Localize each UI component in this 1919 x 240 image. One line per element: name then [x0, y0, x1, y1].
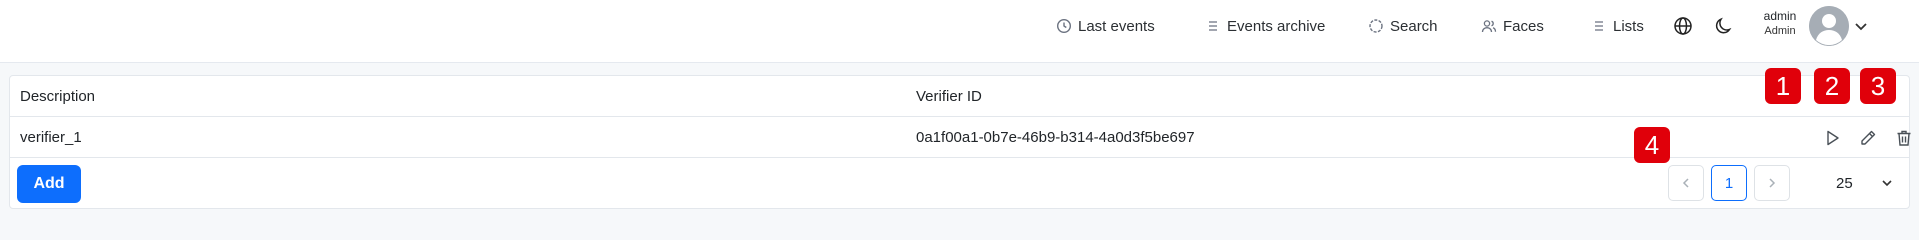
- nav-label: Lists: [1613, 17, 1644, 35]
- nav-label: Faces: [1503, 17, 1544, 35]
- clock-icon: [1056, 18, 1072, 34]
- nav-label: Search: [1390, 17, 1438, 35]
- search-circle-icon: [1368, 18, 1384, 34]
- table-header: Description Verifier ID: [10, 76, 1909, 117]
- user-name: admin: [1763, 9, 1797, 23]
- cell-description: verifier_1: [20, 129, 82, 146]
- globe-icon[interactable]: [1673, 16, 1693, 36]
- avatar[interactable]: [1809, 6, 1849, 46]
- play-icon[interactable]: [1822, 128, 1842, 148]
- nav-search[interactable]: Search: [1368, 0, 1438, 52]
- marker-badge: 2: [1814, 68, 1850, 104]
- column-header-description: Description: [20, 88, 96, 105]
- pagination-next-button[interactable]: [1754, 165, 1790, 201]
- moon-icon[interactable]: [1714, 16, 1734, 36]
- nav-label: Last events: [1078, 17, 1155, 35]
- users-icon: [1481, 18, 1497, 34]
- marker-badge: 4: [1634, 127, 1670, 163]
- per-page-value: 25: [1836, 175, 1853, 192]
- nav-last-events[interactable]: Last events: [1056, 0, 1155, 52]
- nav-label: Events archive: [1227, 17, 1326, 35]
- nav-lists[interactable]: Lists: [1591, 0, 1644, 52]
- column-header-verifier-id: Verifier ID: [916, 88, 982, 105]
- user-role: Admin: [1764, 25, 1796, 37]
- chevron-down-icon: [1880, 176, 1894, 190]
- pencil-icon[interactable]: [1858, 128, 1878, 148]
- marker-badge: 1: [1765, 68, 1801, 104]
- verifiers-table-card: Description Verifier ID verifier_1 0a1f0…: [9, 75, 1911, 209]
- list-icon: [1591, 18, 1607, 34]
- top-navbar: Last events Events archive Search Faces …: [0, 0, 1919, 63]
- chevron-down-icon[interactable]: [1853, 18, 1869, 34]
- pagination-page-button[interactable]: 1: [1711, 165, 1747, 201]
- trash-icon[interactable]: [1894, 128, 1914, 148]
- user-info[interactable]: admin Admin: [1756, 9, 1804, 39]
- list-icon: [1205, 18, 1221, 34]
- cell-verifier-id: 0a1f00a1-0b7e-46b9-b314-4a0d3f5be697: [916, 129, 1195, 146]
- pagination-prev-button[interactable]: [1668, 165, 1704, 201]
- nav-faces[interactable]: Faces: [1481, 0, 1544, 52]
- marker-badge: 3: [1860, 68, 1896, 104]
- per-page-select[interactable]: 25: [1792, 165, 1905, 201]
- nav-events-archive[interactable]: Events archive: [1205, 0, 1325, 52]
- table-row[interactable]: verifier_1 0a1f00a1-0b7e-46b9-b314-4a0d3…: [10, 117, 1911, 158]
- add-button[interactable]: Add: [17, 165, 81, 203]
